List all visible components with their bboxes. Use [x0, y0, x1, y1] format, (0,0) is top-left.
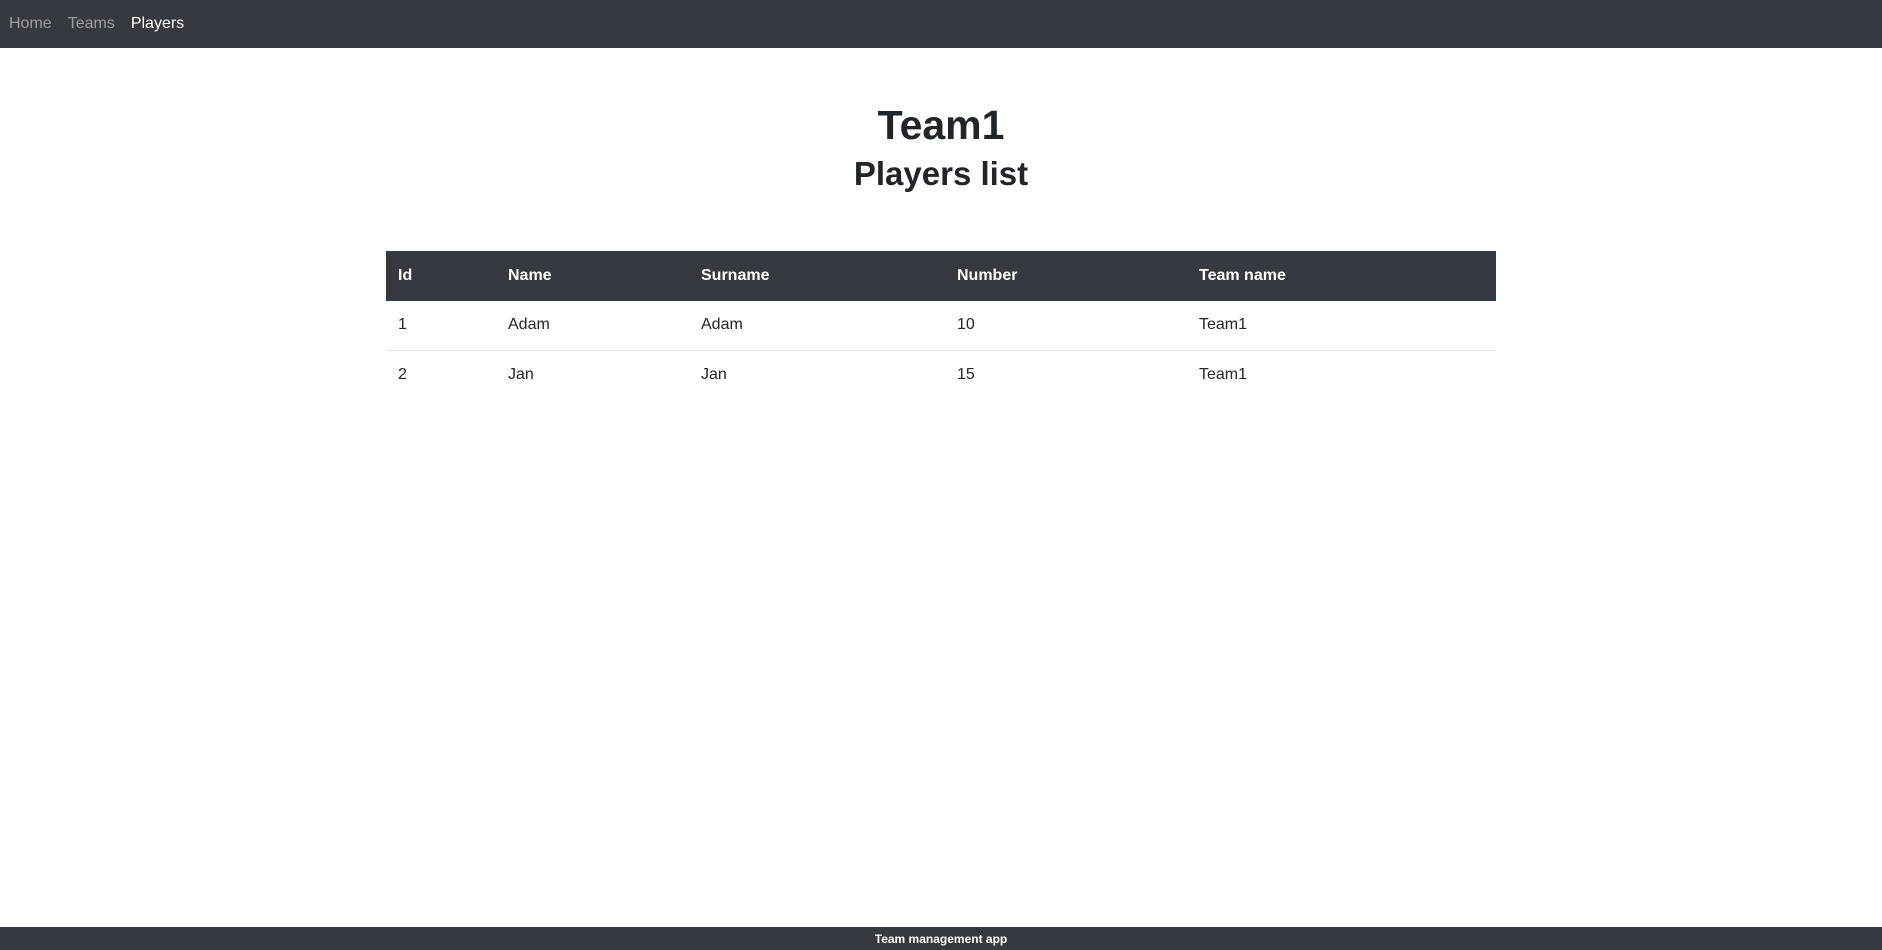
cell-surname: Jan [701, 365, 727, 383]
table-body: 1 Adam Adam 10 Team1 2 Jan Jan 15 Team1 [386, 301, 1496, 399]
cell-team-name: Team1 [1199, 365, 1248, 383]
page-title: Team1 [877, 102, 1005, 148]
nav-link-home[interactable]: Home [9, 16, 52, 32]
cell-number: 15 [957, 365, 975, 383]
column-header-name: Name [496, 251, 689, 301]
table-header: Id Name Surname Number Team name [386, 251, 1496, 301]
footer-text: Team management app [874, 931, 1008, 946]
cell-number: 10 [945, 301, 1187, 351]
cell-team-name: Team1 [1187, 301, 1496, 351]
page-subtitle: Players list [853, 155, 1029, 192]
cell-name: Jan [508, 365, 534, 383]
table-header-row: Id Name Surname Number Team name [386, 251, 1496, 301]
cell-id: 2 [398, 365, 407, 383]
table-row: 2 Jan Jan 15 Team1 [386, 350, 1496, 399]
cell-id: 1 [386, 301, 496, 351]
column-header-team-name: Team name [1187, 251, 1496, 301]
top-navbar: Home Teams Players [0, 0, 1882, 48]
cell-surname: Adam [689, 301, 945, 351]
column-header-surname: Surname [689, 251, 945, 301]
nav-link-players[interactable]: Players [131, 16, 184, 32]
table-row: 1 Adam Adam 10 Team1 [386, 301, 1496, 351]
nav-link-teams[interactable]: Teams [68, 16, 115, 32]
players-table-container: Id Name Surname Number Team name 1 Adam … [386, 251, 1496, 399]
footer: Team management app [0, 927, 1882, 950]
cell-name: Adam [496, 301, 689, 351]
column-header-number: Number [945, 251, 1187, 301]
players-table: Id Name Surname Number Team name 1 Adam … [386, 251, 1496, 399]
column-header-id: Id [386, 251, 496, 301]
